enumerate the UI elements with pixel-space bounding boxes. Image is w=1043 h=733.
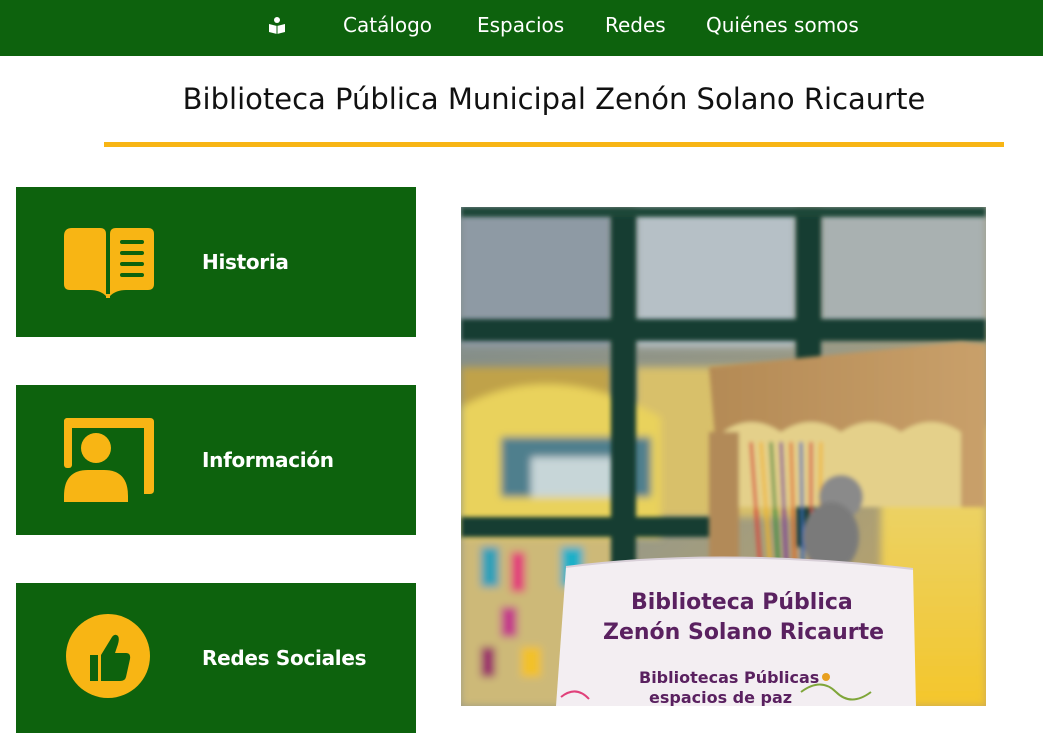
user-board-icon	[64, 418, 154, 502]
sign-line-4: espacios de paz	[649, 688, 792, 706]
open-book-icon	[64, 228, 154, 298]
nav-link-espacios[interactable]: Espacios	[477, 12, 564, 38]
nav-link-quienes-somos[interactable]: Quiénes somos	[706, 12, 859, 38]
library-photo: Biblioteca Pública Zenón Solano Ricaurte…	[461, 207, 986, 706]
thumbs-up-icon	[66, 614, 150, 698]
redes-sociales-card[interactable]: Redes Sociales	[16, 583, 416, 733]
informacion-label: Información	[202, 448, 334, 472]
title-divider	[104, 142, 1004, 147]
historia-label: Historia	[202, 250, 289, 274]
informacion-card[interactable]: Información	[16, 385, 416, 535]
redes-sociales-label: Redes Sociales	[202, 646, 367, 670]
sign-line-2: Zenón Solano Ricaurte	[603, 620, 884, 645]
top-navbar: Catálogo Espacios Redes Quiénes somos	[0, 0, 1043, 56]
sign-line-3: Bibliotecas Públicas	[639, 668, 819, 687]
nav-link-redes[interactable]: Redes	[605, 12, 666, 38]
nav-link-catalogo[interactable]: Catálogo	[343, 12, 432, 38]
sign-line-1: Biblioteca Pública	[631, 590, 853, 615]
page-title: Biblioteca Pública Municipal Zenón Solan…	[182, 82, 926, 116]
historia-card[interactable]: Historia	[16, 187, 416, 337]
library-photo-image: Biblioteca Pública Zenón Solano Ricaurte…	[461, 207, 986, 706]
book-reader-icon[interactable]	[268, 16, 286, 34]
